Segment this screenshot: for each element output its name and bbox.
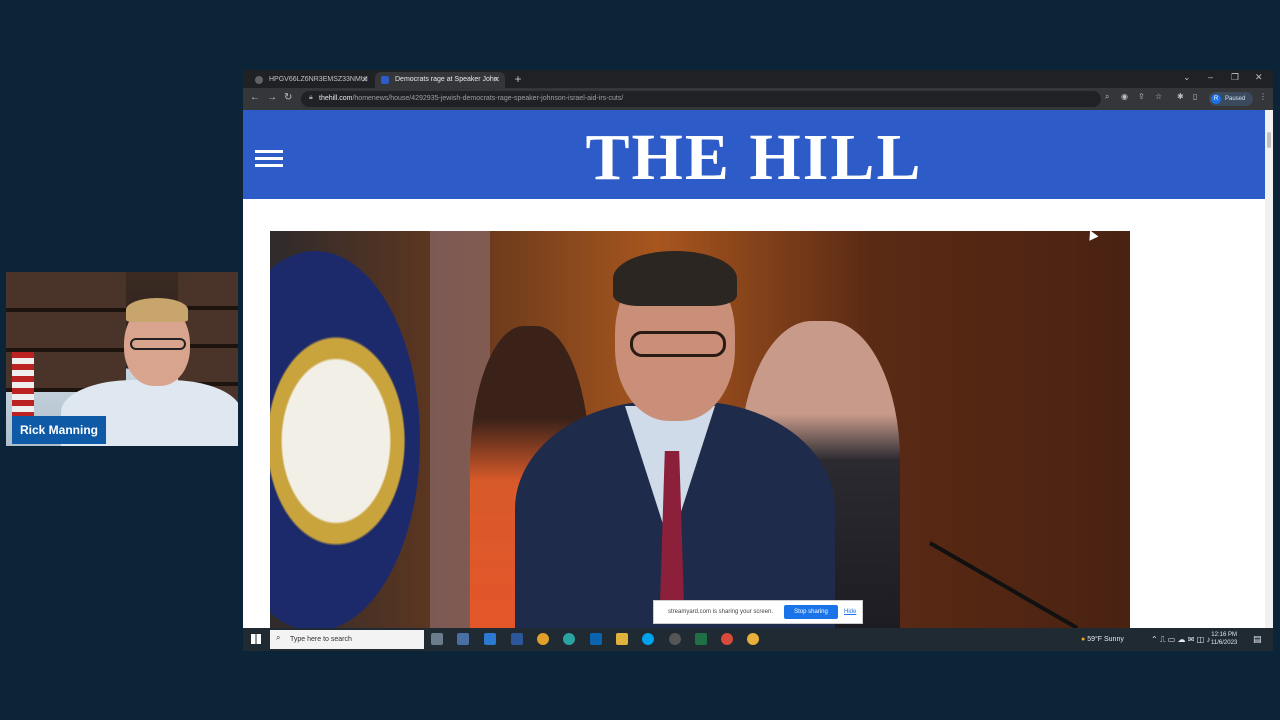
microphone: [929, 541, 1079, 628]
sun-icon: ●: [1081, 636, 1086, 643]
clock-date: 11/6/2023: [1211, 640, 1238, 646]
house-seal-banner: [270, 251, 420, 628]
tab-label: HPGV66LZ6NR3EMSZ33NMUI: [269, 76, 368, 83]
url-text: thehill.com/homenews/house/4292935-jewis…: [319, 91, 623, 107]
file-explorer-icon[interactable]: [616, 633, 628, 645]
the-hill-favicon-icon: [381, 76, 389, 84]
eye-off-icon[interactable]: ◉: [1121, 92, 1128, 101]
close-icon[interactable]: ✕: [361, 72, 368, 88]
stop-sharing-button[interactable]: Stop sharing: [784, 605, 838, 619]
page-content: THE HILL streamyard.com is sharing your …: [243, 110, 1265, 628]
close-window-button[interactable]: ✕: [1255, 72, 1263, 83]
clock-time: 12:16 PM: [1211, 632, 1237, 638]
tab-search-chevron-icon[interactable]: ⌄: [1183, 72, 1191, 83]
avatar: R: [1211, 94, 1221, 104]
back-icon[interactable]: ←: [250, 92, 260, 103]
bookmark-star-icon[interactable]: ☆: [1155, 92, 1162, 101]
site-logo[interactable]: THE HILL: [243, 120, 1265, 196]
speaker-hair: [613, 251, 737, 306]
mail-app-icon[interactable]: [484, 633, 496, 645]
scrollbar-thumb[interactable]: [1267, 132, 1271, 148]
restore-button[interactable]: ❐: [1231, 72, 1239, 83]
chrome-profile-icon[interactable]: [747, 633, 759, 645]
reload-icon[interactable]: ↻: [284, 92, 292, 103]
chrome-active-icon[interactable]: [721, 633, 733, 645]
presenter-hair: [126, 298, 188, 322]
webcam-feed: Rick Manning: [6, 272, 238, 446]
word-app-icon[interactable]: [511, 633, 523, 645]
kebab-menu-icon[interactable]: ⋮: [1259, 92, 1267, 101]
tab-the-hill[interactable]: Democrats rage at Speaker John ✕: [375, 72, 505, 88]
article-hero-image: [270, 231, 1130, 628]
tab-hpgv[interactable]: HPGV66LZ6NR3EMSZ33NMUI ✕: [249, 72, 373, 88]
tab-strip: HPGV66LZ6NR3EMSZ33NMUI ✕ Democrats rage …: [243, 70, 1273, 88]
presenter-glasses: [130, 338, 186, 350]
page-scrollbar[interactable]: [1265, 110, 1273, 628]
taskbar-search-box[interactable]: ⌕ Type here to search: [270, 630, 424, 649]
search-placeholder: Type here to search: [290, 636, 352, 643]
tab-label: Democrats rage at Speaker John: [395, 76, 498, 83]
american-flag: [12, 352, 34, 422]
minimize-button[interactable]: –: [1208, 72, 1213, 82]
lock-icon: 🔒︎: [309, 94, 313, 101]
site-masthead: THE HILL: [243, 110, 1265, 199]
speaker-glasses: [630, 331, 726, 357]
url-path: /homenews/house/4292935-jewish-democrats…: [352, 95, 624, 102]
calendar-app-icon[interactable]: [457, 633, 469, 645]
profile-status: Paused: [1225, 96, 1246, 102]
windows-start-icon[interactable]: [251, 634, 261, 644]
windows-taskbar: ⌕ Type here to search ● 59°F Sunny ⌃ ⎍ ▭…: [243, 628, 1273, 651]
forward-icon[interactable]: →: [267, 92, 277, 103]
share-icon[interactable]: ⇪: [1138, 92, 1145, 101]
profile-button[interactable]: R Paused: [1209, 92, 1253, 106]
new-tab-button[interactable]: +: [511, 72, 525, 86]
share-message: streamyard.com is sharing your screen.: [668, 609, 774, 615]
close-icon[interactable]: ✕: [493, 72, 500, 88]
browser-window: HPGV66LZ6NR3EMSZ33NMUI ✕ Democrats rage …: [243, 70, 1273, 651]
weather-text: 59°F Sunny: [1087, 636, 1124, 643]
address-bar[interactable]: 🔒︎ thehill.com/homenews/house/4292935-je…: [301, 91, 1101, 107]
hide-banner-link[interactable]: Hide: [844, 601, 856, 623]
task-view-icon[interactable]: [431, 633, 443, 645]
presenter-name-label: Rick Manning: [12, 416, 107, 444]
system-tray-icons[interactable]: ⌃ ⎍ ▭ ☁ ✉ ◫ ♪: [1151, 628, 1210, 651]
taskbar-clock[interactable]: 12:16 PM 11/6/2023: [1211, 631, 1237, 647]
url-host: thehill.com: [319, 95, 353, 102]
outlook-app-icon[interactable]: [590, 633, 602, 645]
skype-app-icon[interactable]: [642, 633, 654, 645]
side-panel-icon[interactable]: ▯: [1193, 92, 1197, 101]
obs-app-icon[interactable]: [669, 633, 681, 645]
excel-app-icon[interactable]: [695, 633, 707, 645]
browser-toolbar: ← → ↻ 🔒︎ thehill.com/homenews/house/4292…: [243, 88, 1273, 110]
globe-icon: [255, 76, 263, 84]
weather-widget[interactable]: ● 59°F Sunny: [1081, 628, 1124, 651]
screen-share-banner: streamyard.com is sharing your screen. S…: [653, 600, 863, 624]
chrome-app-icon[interactable]: [537, 633, 549, 645]
edge-app-icon[interactable]: [563, 633, 575, 645]
notification-icon[interactable]: ▤: [1253, 628, 1262, 651]
zoom-icon[interactable]: ⌕: [1105, 92, 1109, 102]
extensions-icon[interactable]: ✱: [1177, 92, 1184, 101]
search-icon: ⌕: [276, 633, 281, 642]
